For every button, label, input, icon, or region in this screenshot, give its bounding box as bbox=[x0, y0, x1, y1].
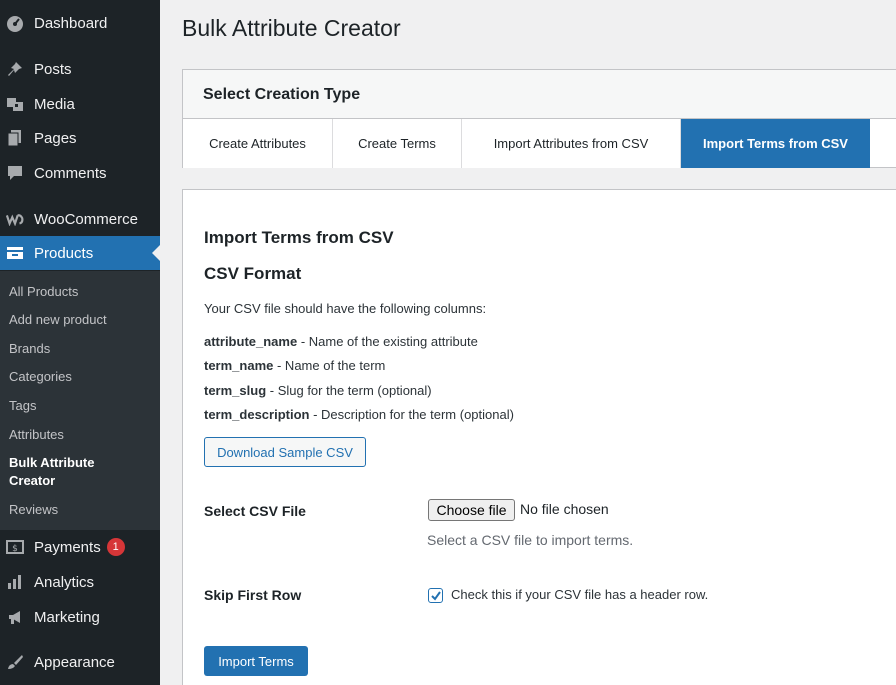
menu-label: Analytics bbox=[34, 573, 95, 591]
column-desc: - Name of the existing attribute bbox=[297, 334, 478, 349]
file-help-text: Select a CSV file to import terms. bbox=[427, 532, 634, 548]
menu-label: Products bbox=[34, 244, 94, 262]
import-terms-panel: Import Terms from CSV CSV Format Your CS… bbox=[182, 189, 896, 685]
menu-item-marketing[interactable]: Marketing bbox=[0, 600, 160, 634]
skip-first-row-label: Skip First Row bbox=[204, 587, 302, 603]
products-icon bbox=[6, 244, 24, 262]
menu-label: Payments bbox=[34, 538, 101, 556]
dashboard-icon bbox=[6, 14, 24, 32]
submenu-item-tags[interactable]: Tags bbox=[9, 397, 149, 415]
column-row: term_name - Name of the term bbox=[204, 358, 385, 373]
svg-text:$: $ bbox=[12, 544, 18, 554]
media-icon bbox=[6, 95, 24, 113]
menu-item-pages[interactable]: Pages bbox=[0, 121, 160, 155]
skip-first-row-checkbox[interactable] bbox=[428, 588, 443, 603]
column-name: term_name bbox=[204, 358, 274, 373]
menu-label: WooCommerce bbox=[34, 210, 138, 228]
page-title: Bulk Attribute Creator bbox=[182, 15, 401, 41]
column-name: attribute_name bbox=[204, 334, 298, 349]
download-sample-csv-button[interactable]: Download Sample CSV bbox=[204, 437, 366, 467]
menu-label: Comments bbox=[34, 164, 107, 182]
menu-item-media[interactable]: Media bbox=[0, 87, 160, 121]
select-csv-file-label: Select CSV File bbox=[204, 503, 306, 519]
pages-icon bbox=[6, 129, 24, 147]
comment-icon bbox=[6, 164, 24, 182]
submenu-item-all-products[interactable]: All Products bbox=[9, 283, 149, 301]
pin-icon bbox=[6, 60, 24, 78]
column-row: attribute_name - Name of the existing at… bbox=[204, 334, 478, 349]
menu-item-comments[interactable]: Comments bbox=[0, 156, 160, 190]
tab-import-attributes-csv[interactable]: Import Attributes from CSV bbox=[462, 119, 681, 168]
products-submenu: All Products Add new product Brands Cate… bbox=[0, 271, 160, 530]
column-name: term_description bbox=[204, 407, 310, 422]
submenu-item-reviews[interactable]: Reviews bbox=[9, 501, 149, 519]
menu-label: Appearance bbox=[34, 653, 115, 671]
csv-format-intro: Your CSV file should have the following … bbox=[204, 301, 487, 316]
payments-icon: $ bbox=[6, 538, 24, 556]
submenu-item-categories[interactable]: Categories bbox=[9, 368, 149, 386]
creation-type-title: Select Creation Type bbox=[203, 86, 361, 103]
column-desc: - Description for the term (optional) bbox=[309, 407, 514, 422]
paintbrush-icon bbox=[6, 653, 24, 671]
import-terms-button[interactable]: Import Terms bbox=[204, 646, 308, 676]
checkmark-icon bbox=[430, 590, 441, 601]
column-row: term_slug - Slug for the term (optional) bbox=[204, 383, 432, 398]
tab-create-terms[interactable]: Create Terms bbox=[333, 119, 462, 168]
skip-help-text: Check this if your CSV file has a header… bbox=[451, 587, 709, 602]
menu-label: Posts bbox=[34, 60, 72, 78]
tab-create-attributes[interactable]: Create Attributes bbox=[183, 119, 333, 168]
notification-badge: 1 bbox=[106, 538, 125, 556]
menu-label: Marketing bbox=[34, 608, 100, 626]
admin-sidebar: Dashboard Posts Media Pages Comments Woo… bbox=[0, 0, 160, 685]
column-desc: - Slug for the term (optional) bbox=[266, 383, 432, 398]
column-desc: - Name of the term bbox=[273, 358, 386, 373]
submenu-item-attributes[interactable]: Attributes bbox=[9, 426, 149, 444]
submenu-item-add-new-product[interactable]: Add new product bbox=[9, 311, 149, 329]
csv-format-heading: CSV Format bbox=[204, 264, 302, 283]
menu-item-payments[interactable]: $ Payments 1 bbox=[0, 530, 160, 564]
menu-item-appearance[interactable]: Appearance bbox=[0, 645, 160, 679]
menu-item-products[interactable]: Products bbox=[0, 236, 160, 270]
menu-item-analytics[interactable]: Analytics bbox=[0, 565, 160, 599]
menu-label: Media bbox=[34, 95, 75, 113]
menu-item-dashboard[interactable]: Dashboard bbox=[0, 6, 160, 40]
megaphone-icon bbox=[6, 608, 24, 626]
column-name: term_slug bbox=[204, 383, 267, 398]
woocommerce-icon bbox=[6, 210, 24, 228]
creation-type-panel: Select Creation Type Create Attributes C… bbox=[182, 69, 896, 168]
creation-type-header: Select Creation Type bbox=[183, 70, 896, 119]
submenu-item-bulk-attribute-creator[interactable]: Bulk Attribute Creator bbox=[9, 454, 119, 490]
section-heading: Import Terms from CSV bbox=[204, 228, 394, 247]
submenu-item-brands[interactable]: Brands bbox=[9, 340, 149, 358]
tab-import-terms-csv[interactable]: Import Terms from CSV bbox=[681, 119, 870, 168]
menu-item-woocommerce[interactable]: WooCommerce bbox=[0, 202, 160, 236]
column-row: term_description - Description for the t… bbox=[204, 407, 514, 422]
no-file-chosen-text: No file chosen bbox=[520, 501, 609, 517]
menu-item-posts[interactable]: Posts bbox=[0, 52, 160, 86]
choose-file-button[interactable]: Choose file bbox=[428, 499, 515, 521]
menu-label: Pages bbox=[34, 129, 77, 147]
menu-label: Dashboard bbox=[34, 14, 108, 32]
analytics-icon bbox=[6, 573, 24, 591]
